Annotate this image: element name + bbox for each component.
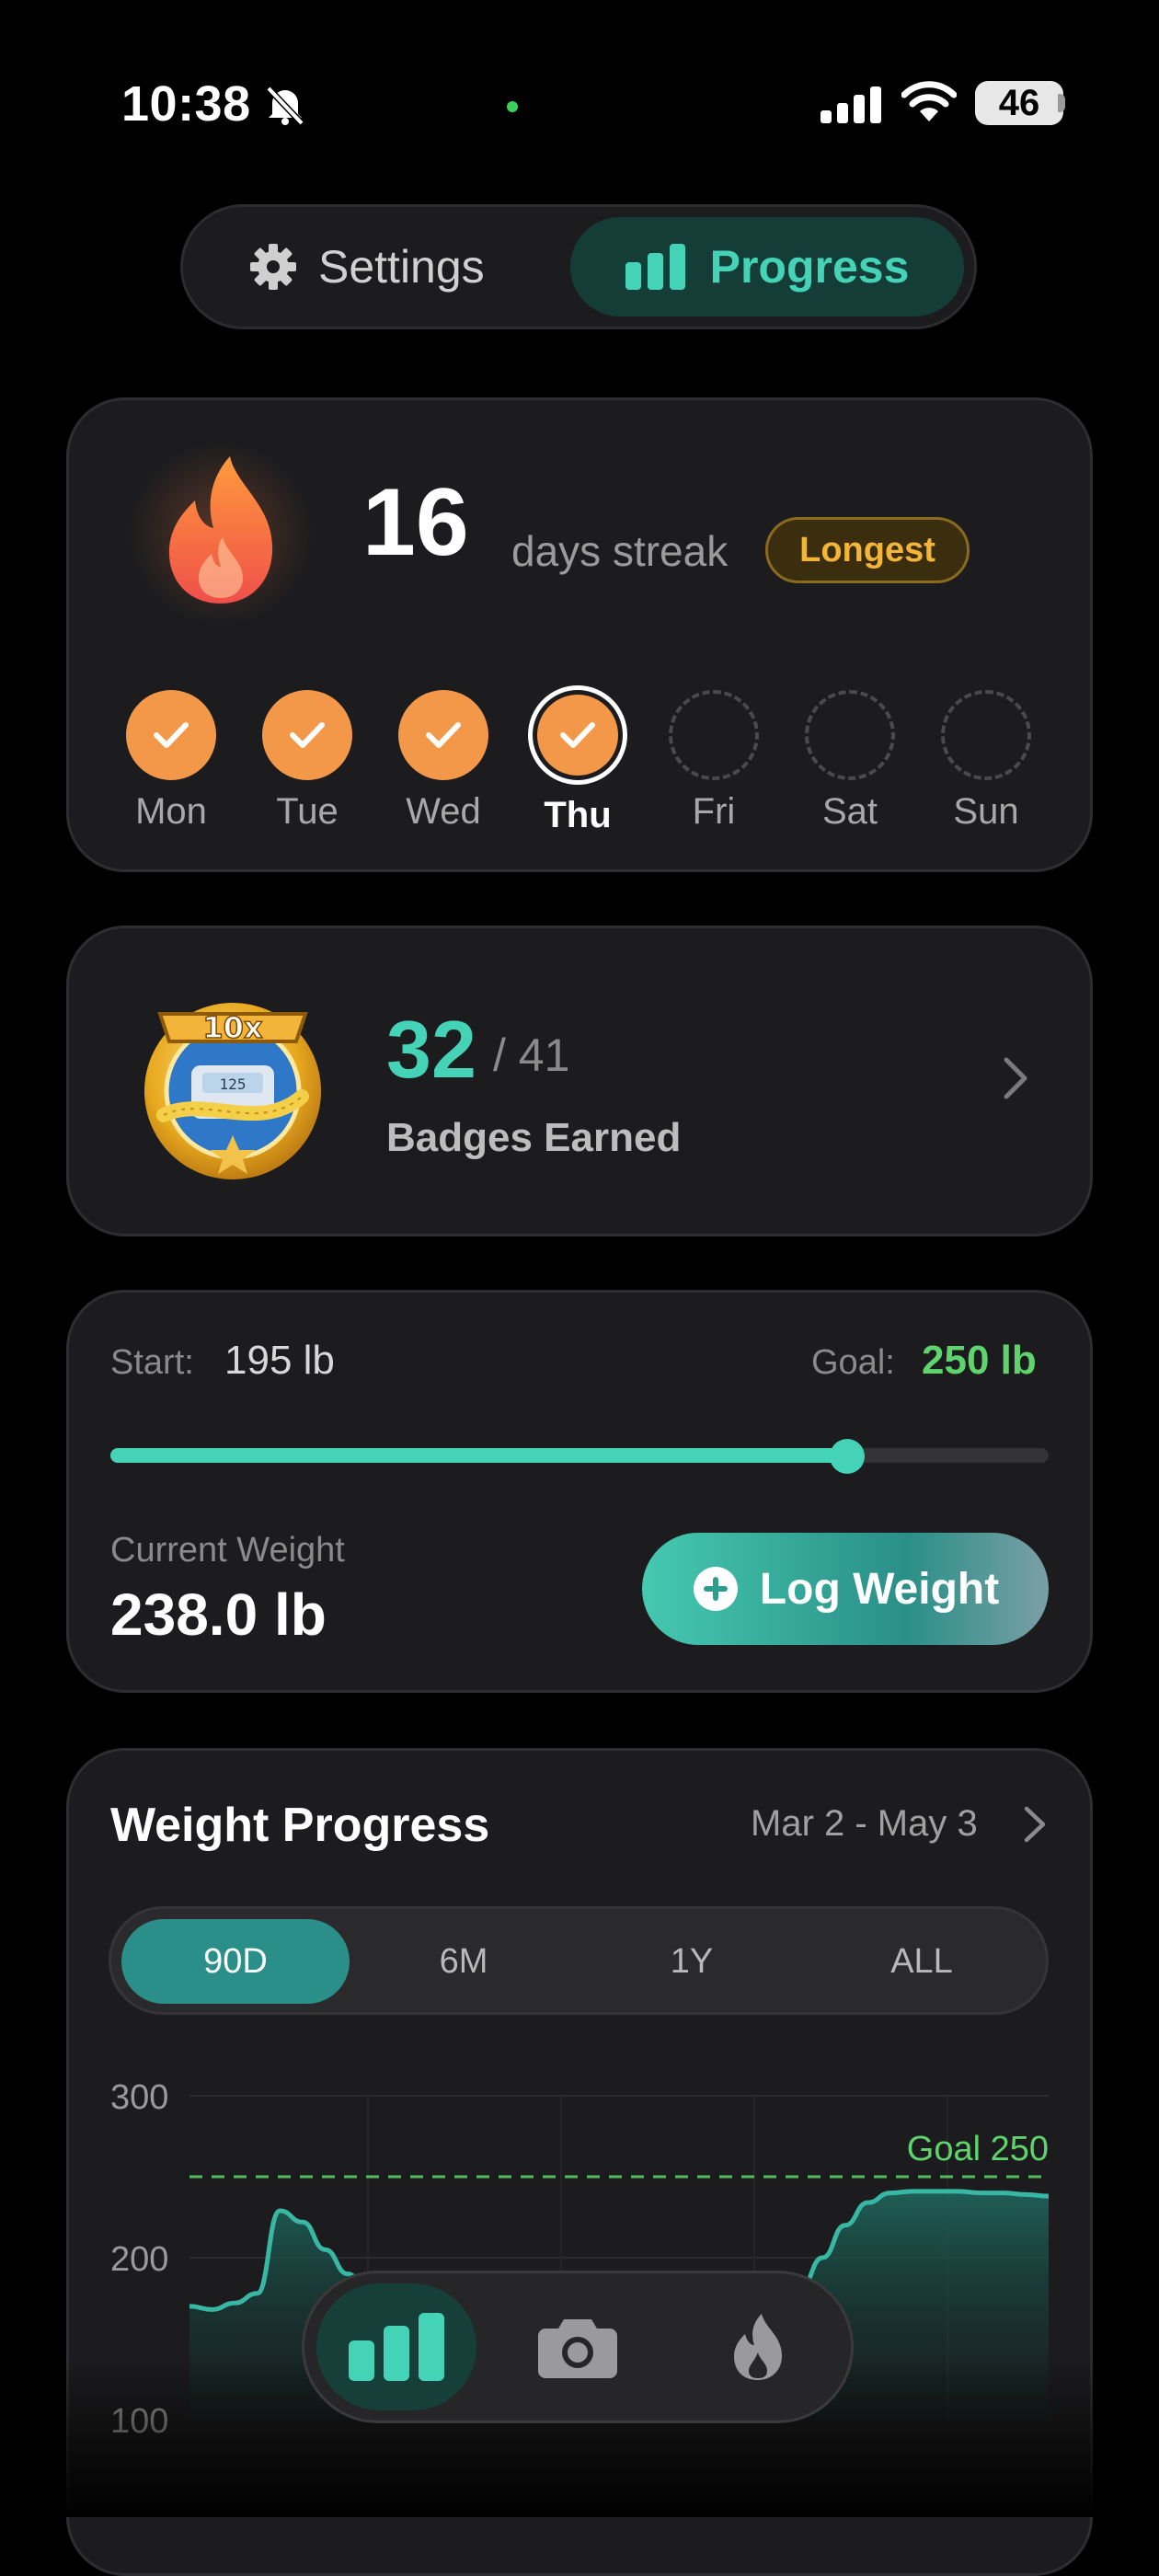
camera-tab[interactable]: [502, 2283, 653, 2410]
progress-tab[interactable]: [316, 2283, 476, 2410]
goal-line-label: Goal 250: [907, 2130, 1049, 2168]
streak-tab[interactable]: [683, 2283, 833, 2410]
y-tick-label: 300: [110, 2078, 168, 2117]
bar-chart-icon: [349, 2313, 444, 2381]
camera-icon: [538, 2319, 617, 2378]
flame-icon: [734, 2314, 782, 2380]
y-tick-label: 200: [110, 2240, 168, 2279]
weight-chart: 300200100Goal 250: [66, 2078, 1093, 2517]
